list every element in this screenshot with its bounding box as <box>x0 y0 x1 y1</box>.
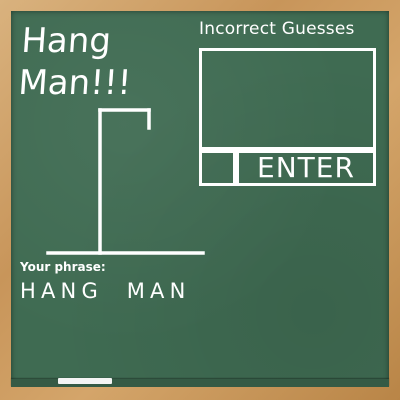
chalk-stick-icon <box>58 378 112 384</box>
gallows-icon <box>46 108 205 255</box>
phrase-text: HANG MAN <box>20 279 191 303</box>
phrase-label: Your phrase: <box>20 260 106 274</box>
